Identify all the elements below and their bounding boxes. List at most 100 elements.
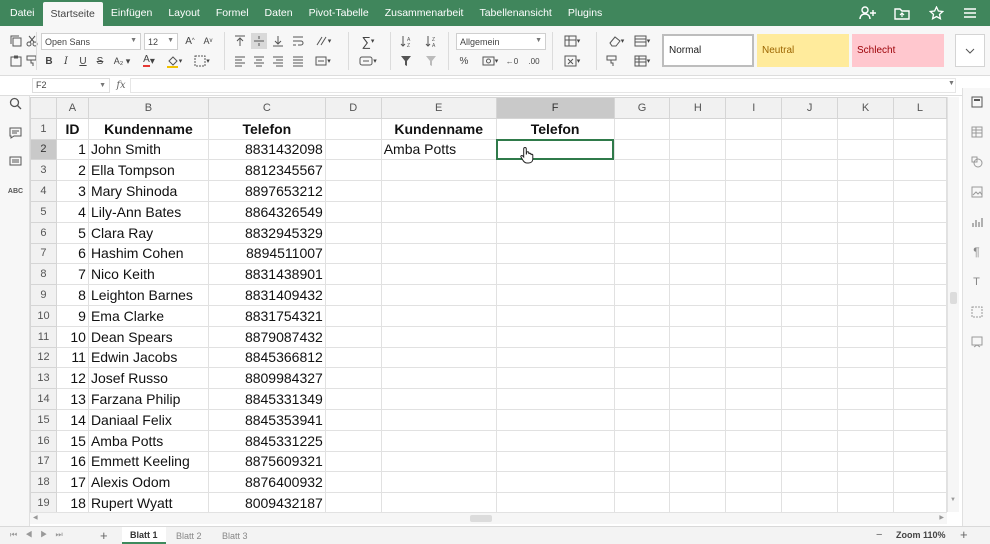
cell[interactable] <box>837 492 894 512</box>
id-cell[interactable]: 1 <box>55 138 89 161</box>
name-cell[interactable]: Clara Ray <box>87 221 209 244</box>
cell[interactable] <box>781 471 839 494</box>
id-cell[interactable]: 15 <box>55 429 89 452</box>
align-right-icon[interactable] <box>270 53 286 69</box>
menu-tab-3[interactable]: Layout <box>160 0 208 26</box>
cell[interactable] <box>781 263 839 286</box>
cell[interactable] <box>613 304 671 327</box>
cell[interactable] <box>669 180 727 202</box>
cell[interactable] <box>837 117 894 140</box>
phone-cell[interactable]: 8845331225 <box>207 429 326 452</box>
cell[interactable] <box>892 180 947 202</box>
insert-function-icon[interactable]: fx <box>113 78 129 93</box>
cell[interactable] <box>669 471 727 494</box>
name-box[interactable]: F2 ▼ <box>32 78 110 93</box>
header-cell[interactable] <box>324 117 382 140</box>
cell[interactable] <box>837 429 894 452</box>
scroll-down-icon[interactable]: ▼ <box>950 497 956 503</box>
font-size-select[interactable]: 12 ▼ <box>144 33 178 50</box>
insert-cells-icon[interactable]: ▾ <box>560 33 584 49</box>
cell[interactable] <box>380 429 497 452</box>
cell[interactable] <box>669 263 727 286</box>
name-cell[interactable]: Rupert Wyatt <box>87 492 209 512</box>
menu-tab-0[interactable]: Datei <box>2 0 43 26</box>
cell[interactable] <box>892 304 947 327</box>
copy-icon[interactable] <box>8 33 24 49</box>
id-cell[interactable]: 5 <box>55 221 89 244</box>
cell[interactable] <box>725 471 783 494</box>
decrease-font-icon[interactable]: Av <box>200 33 216 49</box>
row-header[interactable]: 17 <box>30 450 57 473</box>
cell[interactable] <box>495 304 615 327</box>
sheet-tab-1[interactable]: Blatt 1 <box>122 527 166 544</box>
cell[interactable] <box>324 450 382 473</box>
cell[interactable] <box>669 492 727 512</box>
cell[interactable] <box>725 138 783 161</box>
shape-settings-icon[interactable] <box>969 154 984 169</box>
name-cell[interactable]: Amba Potts <box>87 429 209 452</box>
cell[interactable] <box>837 242 894 265</box>
select-all-corner[interactable] <box>30 97 57 119</box>
cell[interactable] <box>892 492 947 512</box>
cell[interactable] <box>781 180 839 202</box>
cell[interactable] <box>324 200 382 223</box>
cell[interactable] <box>669 242 727 265</box>
id-cell[interactable]: 2 <box>55 159 89 182</box>
styles-expand-button[interactable] <box>955 34 985 67</box>
percent-icon[interactable]: % <box>456 53 472 69</box>
cell[interactable] <box>892 325 947 348</box>
cell[interactable] <box>495 450 615 473</box>
cell[interactable] <box>669 388 727 410</box>
menu-tab-8[interactable]: Tabellenansicht <box>471 0 559 26</box>
cell[interactable] <box>837 221 894 244</box>
cell[interactable] <box>725 429 783 452</box>
merge-cells-icon[interactable]: ▾ <box>311 53 335 69</box>
prev-sheet-icon[interactable]: ◀ <box>25 530 40 539</box>
italic-icon[interactable]: I <box>58 53 74 69</box>
id-cell[interactable]: 9 <box>55 304 89 327</box>
menu-tab-6[interactable]: Pivot-Tabelle <box>301 0 377 26</box>
vertical-scrollbar[interactable]: ▼ <box>947 97 959 512</box>
id-cell[interactable]: 16 <box>55 450 89 473</box>
cell[interactable] <box>725 221 783 244</box>
cell[interactable] <box>380 221 497 244</box>
cell[interactable] <box>324 180 382 202</box>
column-header[interactable]: B <box>87 97 209 119</box>
signature-settings-icon[interactable] <box>969 334 984 349</box>
named-range-icon[interactable]: ▾ <box>356 53 380 69</box>
cell[interactable] <box>781 408 839 431</box>
cell-style-bad[interactable]: Schlecht <box>852 34 944 67</box>
row-header[interactable]: 9 <box>30 284 57 306</box>
cell[interactable] <box>837 263 894 286</box>
search-icon[interactable] <box>8 96 23 111</box>
delete-cells-icon[interactable]: ▾ <box>560 53 584 69</box>
cell[interactable] <box>837 346 894 369</box>
cell[interactable] <box>613 429 671 452</box>
align-left-icon[interactable] <box>232 53 248 69</box>
cell[interactable] <box>781 117 839 140</box>
underline-icon[interactable]: U <box>75 53 91 69</box>
cell[interactable] <box>380 450 497 473</box>
chart-settings-icon[interactable] <box>969 214 984 229</box>
add-user-icon[interactable] <box>858 3 878 23</box>
cell[interactable] <box>781 200 839 223</box>
cell-style-normal[interactable]: Normal <box>662 34 754 67</box>
cell[interactable] <box>495 242 615 265</box>
cell[interactable] <box>669 200 727 223</box>
phone-cell[interactable]: 8894511007 <box>207 242 326 265</box>
row-header[interactable]: 19 <box>30 492 57 512</box>
cell[interactable] <box>380 388 497 410</box>
row-header[interactable]: 1 <box>30 117 57 140</box>
cell[interactable] <box>725 180 783 202</box>
row-header[interactable]: 12 <box>30 346 57 369</box>
cell-settings-icon[interactable] <box>969 94 984 109</box>
cell[interactable] <box>613 284 671 306</box>
phone-cell[interactable]: 8812345567 <box>207 159 326 182</box>
cell[interactable] <box>669 221 727 244</box>
pivot-settings-icon[interactable] <box>969 304 984 319</box>
cell[interactable] <box>837 159 894 182</box>
id-cell[interactable]: 7 <box>55 263 89 286</box>
cell[interactable] <box>725 367 783 390</box>
add-sheet-icon[interactable]: + <box>100 528 108 543</box>
cell[interactable] <box>892 346 947 369</box>
